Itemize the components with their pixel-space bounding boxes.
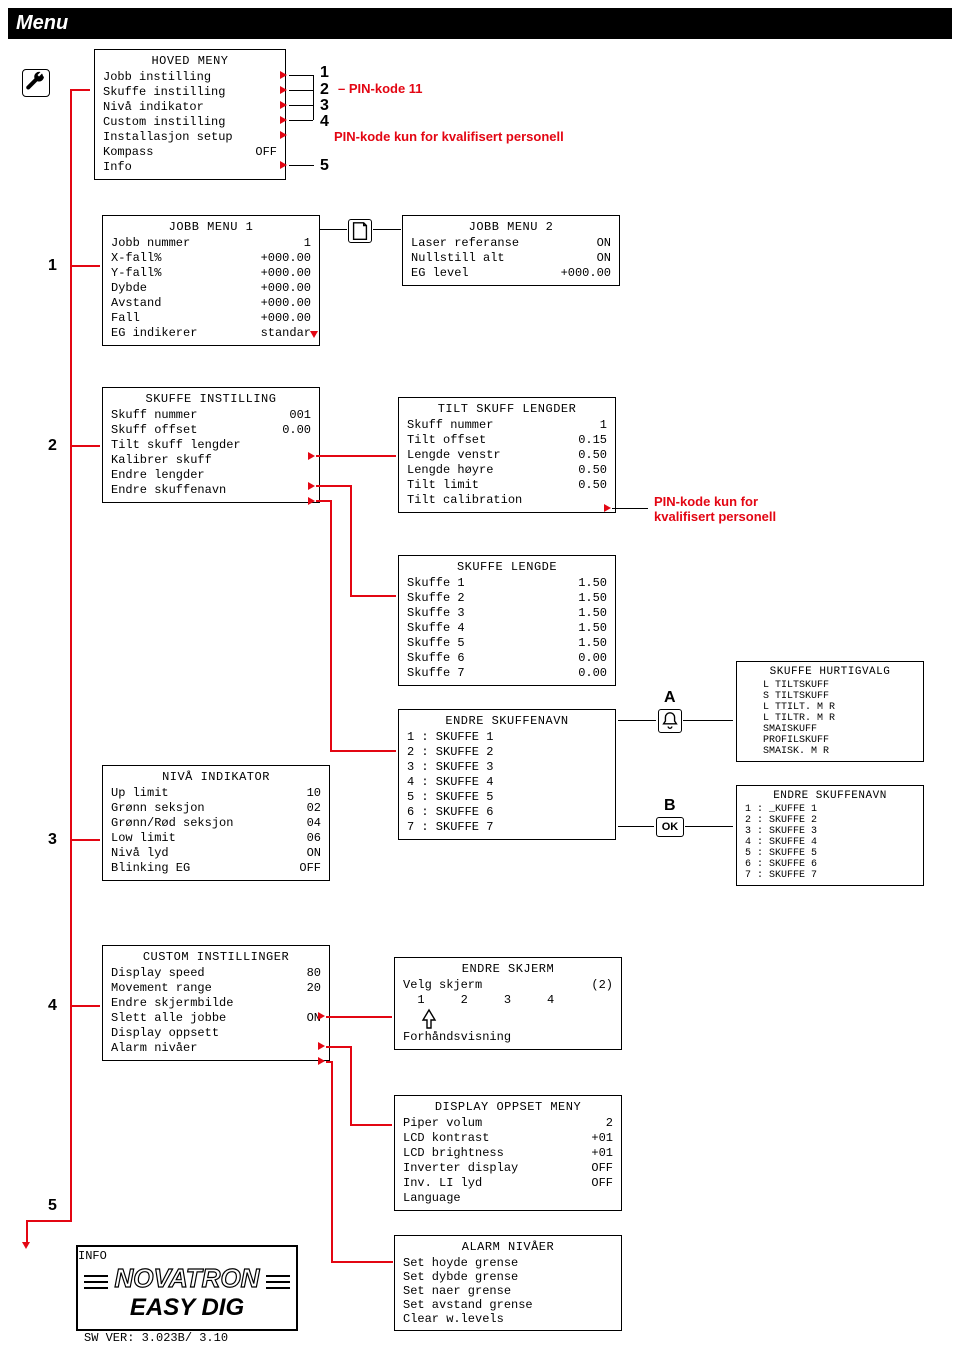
ok-button-icon: OK <box>656 817 684 837</box>
marker-A: A <box>664 689 676 707</box>
jobb1-title: JOBB MENU 1 <box>111 220 311 234</box>
jobb-menu-1-box: JOBB MENU 1 Jobb nummer1 X-fall%+000.00 … <box>102 215 320 346</box>
endresk-title: ENDRE SKUFFENAVN <box>407 714 607 728</box>
skuffelen-title: SKUFFE LENGDE <box>407 560 607 574</box>
niva-title: NIVÅ INDIKATOR <box>111 770 321 784</box>
alarm-nivaer-box: ALARM NIVÅER Set hoyde grense Set dybde … <box>394 1235 622 1331</box>
arrow-icon <box>318 1042 325 1050</box>
hoved-item: Info <box>103 160 132 175</box>
display-oppset-meny-box: DISPLAY OPPSET MENY Piper volum2 LCD kon… <box>394 1095 622 1211</box>
wrench-icon <box>22 69 50 97</box>
page-icon <box>348 219 372 243</box>
spine-4: 4 <box>48 997 57 1015</box>
marker-1: 1 <box>320 64 329 82</box>
arrow-icon <box>308 452 315 460</box>
arrow-icon <box>280 71 287 79</box>
arrow-icon <box>604 504 611 512</box>
hoved-item: Nivå indikator <box>103 100 204 115</box>
arrow-icon <box>280 86 287 94</box>
arrow-icon <box>280 101 287 109</box>
endre-skjerm-box: ENDRE SKJERM Velg skjerm(2) 1 2 3 4 Forh… <box>394 957 622 1050</box>
bell-icon <box>658 709 682 733</box>
skuffe-hurtigvalg-box: SKUFFE HURTIGVALG L TILTSKUFF S TILTSKUF… <box>736 661 924 762</box>
spine-1: 1 <box>48 257 57 275</box>
arrow-icon <box>280 116 287 124</box>
arrow-icon <box>318 1012 325 1020</box>
diagram-canvas: HOVED MENY Jobb instilling Skuffe instil… <box>8 39 952 1339</box>
niva-indikator-box: NIVÅ INDIKATOR Up limit10 Grønn seksjon0… <box>102 765 330 881</box>
hoved-item: Custom instilling <box>103 115 225 130</box>
marker-4: 4 <box>320 113 329 131</box>
skuffe-title: SKUFFE INSTILLING <box>111 392 311 406</box>
spine-3: 3 <box>48 831 57 849</box>
product-text: EASY DIG <box>78 1294 296 1322</box>
arrow-icon <box>318 1057 325 1065</box>
arrow-icon <box>308 482 315 490</box>
arrow-icon <box>308 497 315 505</box>
endre-skuffenavn-2-box: ENDRE SKUFFENAVN 1 : _KUFFE 1 2 : SKUFFE… <box>736 785 924 886</box>
arrow-icon <box>280 131 287 139</box>
hoved-meny-box: HOVED MENY Jobb instilling Skuffe instil… <box>94 49 286 180</box>
marker-5: 5 <box>320 157 329 175</box>
alarm-title: ALARM NIVÅER <box>403 1240 613 1254</box>
spine-5: 5 <box>48 1197 57 1215</box>
arrow-icon <box>280 161 287 169</box>
ann-pin11: – PIN-kode 11 <box>338 81 423 96</box>
info-box: INFO NOVATRON EASY DIG <box>76 1245 298 1331</box>
endreskjerm-title: ENDRE SKJERM <box>403 962 613 976</box>
jobb2-title: JOBB MENU 2 <box>411 220 611 234</box>
hoved-item: Kompass <box>103 145 153 160</box>
arrow-icon <box>22 1242 30 1249</box>
jobb-menu-2-box: JOBB MENU 2 Laser referanseON Nullstill … <box>402 215 620 286</box>
hoved-item: Jobb instilling <box>103 70 211 85</box>
hoved-item: Installasjon setup <box>103 130 233 145</box>
title-bar: Menu <box>8 8 952 39</box>
ann-pin-qualified: PIN-kode kun for kvalifisert personell <box>334 129 564 144</box>
hurtig-title: SKUFFE HURTIGVALG <box>745 666 915 678</box>
ann-tilt: PIN-kode kun for kvalifisert personell <box>654 494 776 524</box>
endresk2-title: ENDRE SKUFFENAVN <box>745 790 915 802</box>
tilt-skuff-lengder-box: TILT SKUFF LENGDER Skuff nummer1 Tilt of… <box>398 397 616 513</box>
tilt-title: TILT SKUFF LENGDER <box>407 402 607 416</box>
endre-skuffenavn-box: ENDRE SKUFFENAVN 1 : SKUFFE 1 2 : SKUFFE… <box>398 709 616 840</box>
arrow-icon <box>310 331 318 338</box>
info-title: INFO <box>78 1249 296 1263</box>
marker-B: B <box>664 797 676 815</box>
hoved-item: Skuffe instilling <box>103 85 225 100</box>
spine-2: 2 <box>48 437 57 455</box>
dispopp-title: DISPLAY OPPSET MENY <box>403 1100 613 1114</box>
skuffe-instilling-box: SKUFFE INSTILLING Skuff nummer001 Skuff … <box>102 387 320 503</box>
skuffe-lengde-box: SKUFFE LENGDE Skuffe 11.50 Skuffe 21.50 … <box>398 555 616 686</box>
hoved-meny-title: HOVED MENY <box>103 54 277 68</box>
custom-title: CUSTOM INSTILLINGER <box>111 950 321 964</box>
custom-instillinger-box: CUSTOM INSTILLINGER Display speed80 Move… <box>102 945 330 1061</box>
brand-text: NOVATRON <box>78 1263 296 1294</box>
